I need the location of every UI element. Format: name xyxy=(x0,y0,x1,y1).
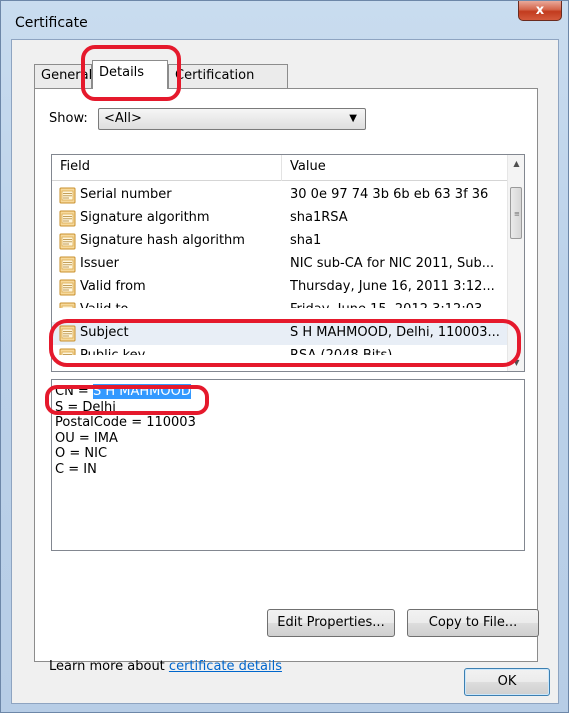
edit-properties-button[interactable]: Edit Properties... xyxy=(267,609,395,637)
field-row[interactable]: Subject S H MAHMOOD, Delhi, 110003... xyxy=(52,322,508,345)
field-value: Friday, June 15, 2012 3:12:03 xyxy=(290,299,506,308)
tab-certification-path[interactable]: Certification Path xyxy=(168,64,288,105)
copy-to-file-button[interactable]: Copy to File... xyxy=(407,609,539,637)
learn-more-text: Learn more about certificate details xyxy=(49,659,282,674)
value-line: C = IN xyxy=(55,461,97,477)
show-dropdown[interactable]: <All> ▼ xyxy=(98,108,366,130)
tab-details-label: Details xyxy=(99,65,145,80)
window-title: Certificate xyxy=(15,15,88,31)
certificate-field-icon xyxy=(59,325,76,342)
value-line: OU = IMA xyxy=(55,430,118,446)
field-list-header: Field Value xyxy=(52,155,508,181)
certificate-field-icon xyxy=(59,233,76,250)
field-name: Valid from xyxy=(80,279,146,294)
field-value-textbox[interactable]: CN = S H MAHMOOD S = Delhi PostalCode = … xyxy=(51,379,525,551)
value-line-cn: CN = S H MAHMOOD xyxy=(55,384,521,400)
field-value: RSA (2048 Bits) xyxy=(290,345,506,355)
column-header-field[interactable]: Field xyxy=(52,155,282,181)
field-name: Signature algorithm xyxy=(80,210,210,225)
value-line: PostalCode = 110003 xyxy=(55,415,196,430)
field-value: sha1 xyxy=(290,233,322,248)
scroll-down-icon[interactable]: ▼ xyxy=(508,354,524,371)
show-dropdown-value: <All> xyxy=(104,111,142,126)
field-value: sha1RSA xyxy=(290,210,348,225)
field-row[interactable]: Valid from Thursday, June 16, 2011 3:12..… xyxy=(52,276,508,299)
field-row[interactable]: Public key RSA (2048 Bits) xyxy=(52,345,508,355)
field-list-scrollbar[interactable]: ▲ ≡ ▼ xyxy=(507,155,524,371)
field-name: Public key xyxy=(80,345,145,355)
field-name: Valid to xyxy=(80,299,129,308)
field-row[interactable]: Signature hash algorithm sha1 xyxy=(52,230,508,253)
chevron-down-icon: ▼ xyxy=(349,113,357,124)
field-value: Thursday, June 16, 2011 3:12... xyxy=(290,279,495,294)
field-name: Subject xyxy=(80,325,129,340)
field-list[interactable]: Field Value Serial number 30 0e 97 74 3b … xyxy=(51,154,525,372)
ok-button[interactable]: OK xyxy=(464,668,550,696)
field-row[interactable]: Issuer NIC sub-CA for NIC 2011, Sub... xyxy=(52,253,508,276)
value-line: O = NIC xyxy=(55,446,108,461)
certificate-field-icon xyxy=(59,210,76,227)
field-row[interactable]: Signature algorithm sha1RSA xyxy=(52,207,508,230)
certificate-field-icon xyxy=(59,279,76,296)
tab-general-label: General xyxy=(41,68,93,83)
tab-general[interactable]: General xyxy=(34,64,92,88)
title-bar[interactable]: Certificate x xyxy=(1,1,568,39)
certificate-field-icon xyxy=(59,256,76,273)
field-name: Serial number xyxy=(80,187,172,202)
selected-text: S H MAHMOOD xyxy=(92,384,191,399)
certificate-field-icon xyxy=(59,187,76,204)
field-name: Issuer xyxy=(80,256,119,271)
grip-icon: ≡ xyxy=(514,210,520,218)
field-row[interactable]: Valid to Friday, June 15, 2012 3:12:03 xyxy=(52,299,508,308)
field-value: S H MAHMOOD, Delhi, 110003... xyxy=(290,325,500,340)
close-button[interactable]: x xyxy=(518,1,562,21)
learn-more-prefix: Learn more about xyxy=(49,659,169,674)
certificate-dialog: Certificate x General Details Certificat… xyxy=(0,0,569,713)
certificate-field-icon xyxy=(59,348,76,355)
value-line: S = Delhi xyxy=(55,399,116,415)
certificate-details-link[interactable]: certificate details xyxy=(169,659,282,674)
scroll-up-icon[interactable]: ▲ xyxy=(508,155,524,172)
dialog-client-area: General Details Certification Path Show:… xyxy=(11,39,559,704)
field-name: Signature hash algorithm xyxy=(80,233,245,248)
field-row[interactable]: Serial number 30 0e 97 74 3b 6b eb 63 3f … xyxy=(52,184,508,207)
show-label: Show: xyxy=(49,111,88,126)
details-panel: Show: <All> ▼ Field Value Serial number 3… xyxy=(34,88,539,674)
scrollbar-thumb[interactable]: ≡ xyxy=(510,187,522,239)
cn-prefix: CN = xyxy=(55,384,93,399)
certificate-field-icon xyxy=(59,302,76,308)
field-value: NIC sub-CA for NIC 2011, Sub... xyxy=(290,256,495,271)
tab-details[interactable]: Details xyxy=(92,60,168,89)
column-header-value[interactable]: Value xyxy=(282,155,508,181)
field-value: 30 0e 97 74 3b 6b eb 63 3f 36 xyxy=(290,187,489,202)
